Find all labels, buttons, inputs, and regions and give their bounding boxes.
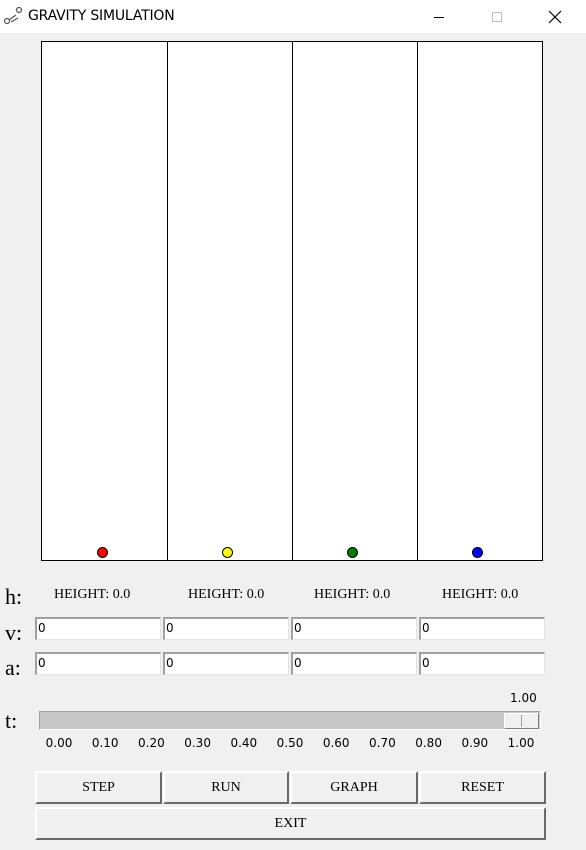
time-slider-tick: 0.30 — [184, 736, 211, 750]
time-slider-tick: 0.90 — [461, 736, 489, 750]
window-title: GRAVITY SIMULATION — [28, 8, 175, 24]
run-button[interactable]: RUN — [163, 771, 289, 804]
time-slider-tick: 0.20 — [138, 736, 165, 750]
simulation-canvas — [41, 41, 543, 561]
time-slider-tick: 1.00 — [507, 736, 535, 750]
time-slider-tick: 0.60 — [322, 736, 350, 750]
height-readout-2: HEIGHT: 0.0 — [188, 587, 265, 602]
step-button[interactable]: STEP — [35, 771, 162, 804]
acceleration-input-4[interactable]: 0 — [419, 652, 545, 675]
height-readout-4: HEIGHT: 0.0 — [442, 587, 519, 602]
velocity-input-2[interactable]: 0 — [163, 617, 289, 640]
ball-green — [347, 547, 358, 558]
height-row-label: h: — [5, 584, 23, 609]
time-slider-tick: 0.10 — [91, 736, 119, 750]
time-slider-tick: 0.50 — [276, 736, 304, 750]
reset-button[interactable]: RESET — [419, 771, 546, 804]
time-slider-tick: 0.00 — [45, 736, 73, 750]
graph-button[interactable]: GRAPH — [290, 771, 418, 804]
ball-red — [97, 547, 108, 558]
time-row-label: t: — [5, 708, 18, 733]
satellite-icon — [3, 6, 23, 25]
acceleration-row-label: a: — [5, 655, 21, 680]
lane-2 — [167, 42, 293, 560]
minimize-icon — [434, 16, 444, 18]
ball-blue — [472, 547, 483, 558]
close-button[interactable] — [532, 0, 578, 33]
lane-3 — [292, 42, 418, 560]
acceleration-input-1[interactable]: 0 — [35, 652, 161, 675]
height-readout-1: HEIGHT: 0.0 — [54, 587, 131, 602]
height-readout-3: HEIGHT: 0.0 — [314, 587, 391, 602]
minimize-button[interactable] — [416, 0, 462, 33]
close-icon — [548, 10, 562, 23]
velocity-input-4[interactable]: 0 — [419, 617, 545, 640]
title-bar: GRAVITY SIMULATION — [0, 0, 586, 33]
time-slider-tick: 0.70 — [369, 736, 396, 750]
time-slider[interactable] — [39, 711, 541, 730]
lane-1 — [42, 42, 168, 560]
velocity-input-1[interactable]: 0 — [35, 617, 161, 640]
maximize-button[interactable] — [474, 0, 520, 33]
acceleration-input-2[interactable]: 0 — [163, 652, 289, 675]
maximize-icon — [492, 11, 502, 22]
ball-yellow — [222, 547, 233, 558]
time-slider-tick: 0.40 — [230, 736, 258, 750]
time-slider-tick: 0.80 — [415, 736, 442, 750]
exit-button[interactable]: EXIT — [35, 807, 546, 840]
time-slider-handle[interactable] — [504, 713, 539, 729]
velocity-row-label: v: — [5, 620, 23, 645]
velocity-input-3[interactable]: 0 — [291, 617, 417, 640]
time-slider-value: 1.00 — [510, 691, 537, 705]
acceleration-input-3[interactable]: 0 — [291, 652, 417, 675]
